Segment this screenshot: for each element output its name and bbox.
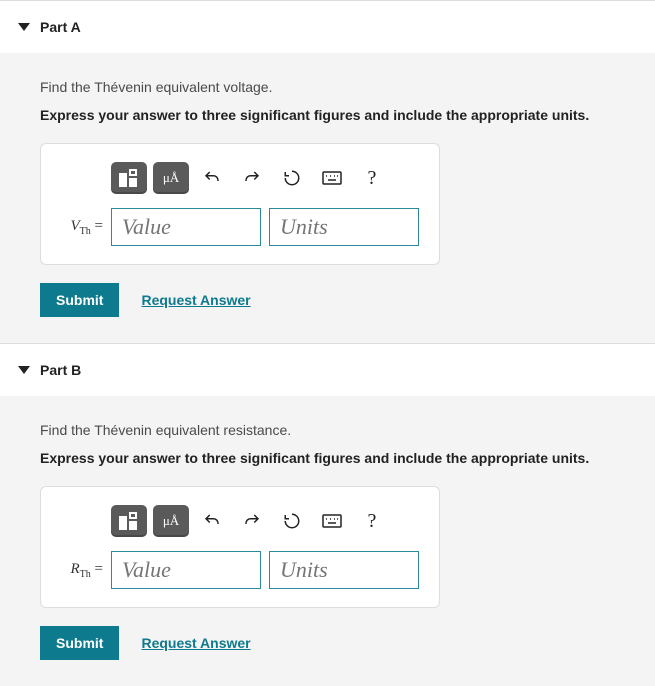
part-b-variable: RTh = [53,561,103,580]
part-b-header[interactable]: Part B [0,344,655,396]
units-button[interactable]: μÅ [153,162,189,194]
part-a-answer-row: VTh = [53,208,427,246]
part-b-prompt: Find the Thévenin equivalent resistance. [40,422,655,438]
part-b-title: Part B [40,362,81,378]
template-picker-button[interactable] [111,162,147,194]
part-a-answer-card: μÅ ? VTh = [40,143,440,265]
part-a-buttons: Submit Request Answer [40,283,655,317]
chevron-down-icon [18,23,30,31]
value-input[interactable] [111,208,261,246]
help-icon[interactable]: ? [355,162,389,194]
request-answer-link[interactable]: Request Answer [141,635,250,651]
reset-icon[interactable] [275,162,309,194]
part-b-answer-card: μÅ ? RTh = [40,486,440,608]
request-answer-link[interactable]: Request Answer [141,292,250,308]
help-icon[interactable]: ? [355,505,389,537]
part-b-body: Find the Thévenin equivalent resistance.… [0,396,655,686]
chevron-down-icon [18,366,30,374]
part-a-instruction: Express your answer to three significant… [40,107,655,123]
part-b-answer-row: RTh = [53,551,427,589]
submit-button[interactable]: Submit [40,283,119,317]
redo-icon[interactable] [235,505,269,537]
units-input[interactable] [269,208,419,246]
part-a-title: Part A [40,19,81,35]
part-b-instruction: Express your answer to three significant… [40,450,655,466]
undo-icon[interactable] [195,162,229,194]
units-input[interactable] [269,551,419,589]
part-a-body: Find the Thévenin equivalent voltage. Ex… [0,53,655,343]
part-a-header[interactable]: Part A [0,1,655,53]
keyboard-icon[interactable] [315,162,349,194]
part-b-toolbar: μÅ ? [111,505,427,537]
part-a-section: Part A Find the Thévenin equivalent volt… [0,0,655,343]
keyboard-icon[interactable] [315,505,349,537]
part-b-section: Part B Find the Thévenin equivalent resi… [0,343,655,686]
undo-icon[interactable] [195,505,229,537]
value-input[interactable] [111,551,261,589]
units-button[interactable]: μÅ [153,505,189,537]
reset-icon[interactable] [275,505,309,537]
redo-icon[interactable] [235,162,269,194]
part-a-toolbar: μÅ ? [111,162,427,194]
part-a-variable: VTh = [53,218,103,237]
part-a-prompt: Find the Thévenin equivalent voltage. [40,79,655,95]
template-picker-button[interactable] [111,505,147,537]
